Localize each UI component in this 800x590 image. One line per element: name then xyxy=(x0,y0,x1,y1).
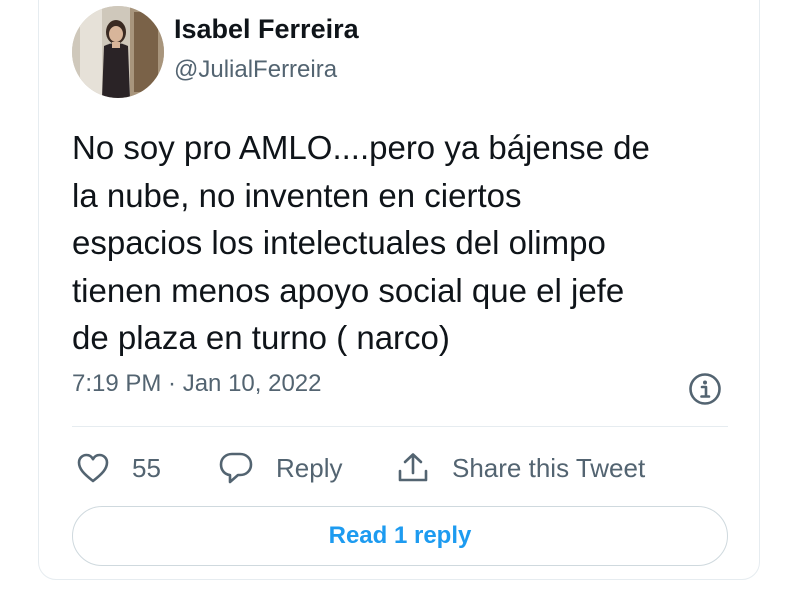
reply-label: Reply xyxy=(276,452,343,483)
tweet-text: No soy pro AMLO....pero ya bájense de la… xyxy=(72,129,650,356)
info-icon[interactable] xyxy=(688,372,722,406)
share-upload-icon xyxy=(398,453,428,482)
avatar-photo xyxy=(72,6,164,98)
like-button[interactable]: 55 xyxy=(76,448,161,488)
display-name[interactable]: Isabel Ferreira xyxy=(174,14,359,45)
reply-button[interactable]: Reply xyxy=(218,448,342,488)
speech-bubble-icon xyxy=(219,452,253,484)
tweet-timestamp[interactable]: 7:19 PM · Jan 10, 2022 xyxy=(72,370,322,398)
like-count: 55 xyxy=(132,452,161,483)
share-label: Share this Tweet xyxy=(452,452,646,483)
divider xyxy=(72,426,728,427)
avatar[interactable] xyxy=(72,6,164,98)
heart-outline-icon xyxy=(77,453,109,483)
read-replies-button[interactable]: Read 1 reply xyxy=(72,506,728,566)
share-button[interactable]: Share this Tweet xyxy=(396,448,645,488)
user-handle[interactable]: @JulialFerreira xyxy=(174,56,337,84)
